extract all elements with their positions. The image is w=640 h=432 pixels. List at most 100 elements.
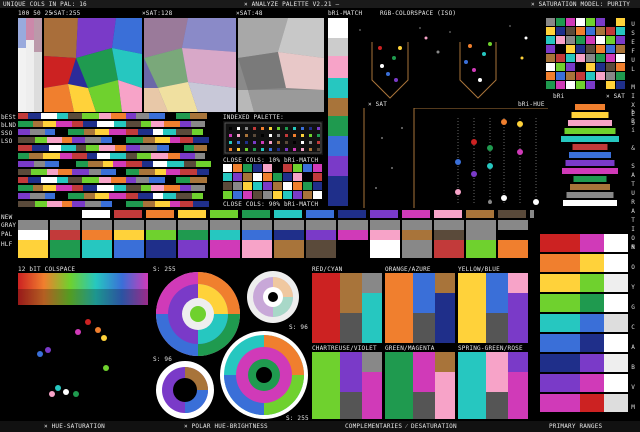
close-col-swatch <box>243 182 252 190</box>
mix-row-cell <box>41 177 57 183</box>
mix-row-cell <box>49 145 61 151</box>
mix-row-cell <box>84 193 95 199</box>
hue-saturation-scatter <box>18 308 148 418</box>
indexed-title: INDEXED PALETTE: <box>223 114 284 121</box>
saturation-model-label[interactable]: × SATURATION MODEL: PURITY <box>531 1 630 8</box>
hlf-swatch <box>370 240 400 258</box>
mix-cell <box>566 45 575 53</box>
mix-row-cell <box>141 185 151 191</box>
gray-swatch <box>146 220 176 230</box>
close-col-swatch <box>273 182 282 190</box>
pal-swatch <box>274 230 304 240</box>
mix-cell <box>596 63 605 71</box>
new-swatch <box>498 210 526 218</box>
mix-cell <box>596 36 605 44</box>
new-swatch <box>306 210 334 218</box>
mix-row-cell <box>192 129 203 135</box>
sat255-label: ×SAT:255 <box>50 10 81 17</box>
indexed-swatch <box>253 127 256 130</box>
mix-cell <box>616 27 625 35</box>
close-col-swatch <box>313 164 322 172</box>
indexed-swatch <box>293 127 296 130</box>
footer-complementaries: COMPLEMENTARIES ⁄ DESATURATION <box>345 423 457 430</box>
mix-row-cell <box>76 161 88 167</box>
bri-hue-label: bRi-HUE <box>518 101 545 108</box>
mix-cell <box>576 54 585 62</box>
bri-sat-bar <box>572 144 608 150</box>
rgb-colorspace-plot <box>350 18 542 106</box>
label-hlf: HLF <box>1 241 13 248</box>
hlf-swatch <box>50 240 80 258</box>
indexed-swatch <box>285 148 288 151</box>
new-swatch <box>402 210 430 218</box>
range-band <box>540 314 580 332</box>
mix-cell <box>606 54 615 62</box>
sat-small-label: 100 50 25 <box>18 10 53 17</box>
mix-row-cell <box>62 201 72 207</box>
indexed-swatch <box>245 141 248 144</box>
new-swatch <box>146 210 174 218</box>
primary-range-letters: R O Y G C A B V M <box>631 244 635 411</box>
mix-cell <box>546 63 555 71</box>
mix-cell <box>606 63 615 71</box>
mix-row-cell <box>126 169 139 175</box>
mix-cell <box>576 18 585 26</box>
mix-cell <box>616 18 625 26</box>
mix-row-cell <box>136 177 149 183</box>
comp-band <box>435 293 455 343</box>
gray-swatch <box>306 220 336 230</box>
mix-row-cell <box>18 161 34 167</box>
mix-row-cell <box>72 201 85 207</box>
mix-row-cell <box>190 113 207 119</box>
mix-row-cell <box>86 145 99 151</box>
mix-row-cell <box>97 153 110 159</box>
mix-row-cell <box>45 129 55 135</box>
palette-swatches[interactable] <box>18 210 534 262</box>
mix-row-cell <box>56 185 72 191</box>
mix-cell <box>546 81 555 89</box>
mix-row-cell <box>126 201 143 207</box>
mix-row-cell <box>153 161 167 167</box>
mix-row-cell <box>126 129 138 135</box>
mix-row-cell <box>47 201 62 207</box>
mix-row-cell <box>184 145 194 151</box>
mix-cell <box>566 54 575 62</box>
pal-swatch <box>178 230 208 240</box>
close-col-swatch <box>223 191 232 199</box>
pal-swatch <box>242 230 272 240</box>
indexed-swatch <box>317 148 320 151</box>
indexed-swatch <box>301 134 304 137</box>
colspace-title: 12 bIT COLSPACE <box>18 266 76 273</box>
footer-polar: × POLAR HUE-BRIGHTNESS <box>184 423 268 430</box>
bri-sat-bar <box>573 176 607 182</box>
mix-cell <box>576 27 585 35</box>
mix-row-cell <box>57 113 68 119</box>
indexed-swatch <box>285 141 288 144</box>
mix-row-cell <box>180 201 193 207</box>
bri-sat-bar <box>568 120 612 126</box>
mix-row-cell <box>192 193 203 199</box>
bri-match-label: bRi-MATCH <box>328 10 363 17</box>
gray-swatch <box>402 220 432 230</box>
mix-row-cell <box>112 137 126 143</box>
indexed-swatch <box>309 127 312 130</box>
close-col-swatch <box>313 191 322 199</box>
mix-row-cell <box>76 145 86 151</box>
range-band <box>540 254 580 272</box>
close-col-swatch <box>273 164 282 172</box>
mix-cell <box>616 36 625 44</box>
comp-band <box>486 392 508 419</box>
mix-cell <box>606 72 615 80</box>
mix-row-cell <box>151 185 164 191</box>
indexed-swatch <box>277 134 280 137</box>
mix-row-cell <box>72 153 87 159</box>
mix-row-cell <box>155 169 166 175</box>
mix-row-cell <box>116 169 126 175</box>
mix-row-cell <box>112 201 126 207</box>
mix-row-cell <box>149 113 165 119</box>
label-new: NEW <box>1 214 13 221</box>
close-col-swatch <box>303 173 312 181</box>
range-band <box>580 334 604 352</box>
close-col-swatch <box>313 173 322 181</box>
close-col-swatch <box>293 173 302 181</box>
